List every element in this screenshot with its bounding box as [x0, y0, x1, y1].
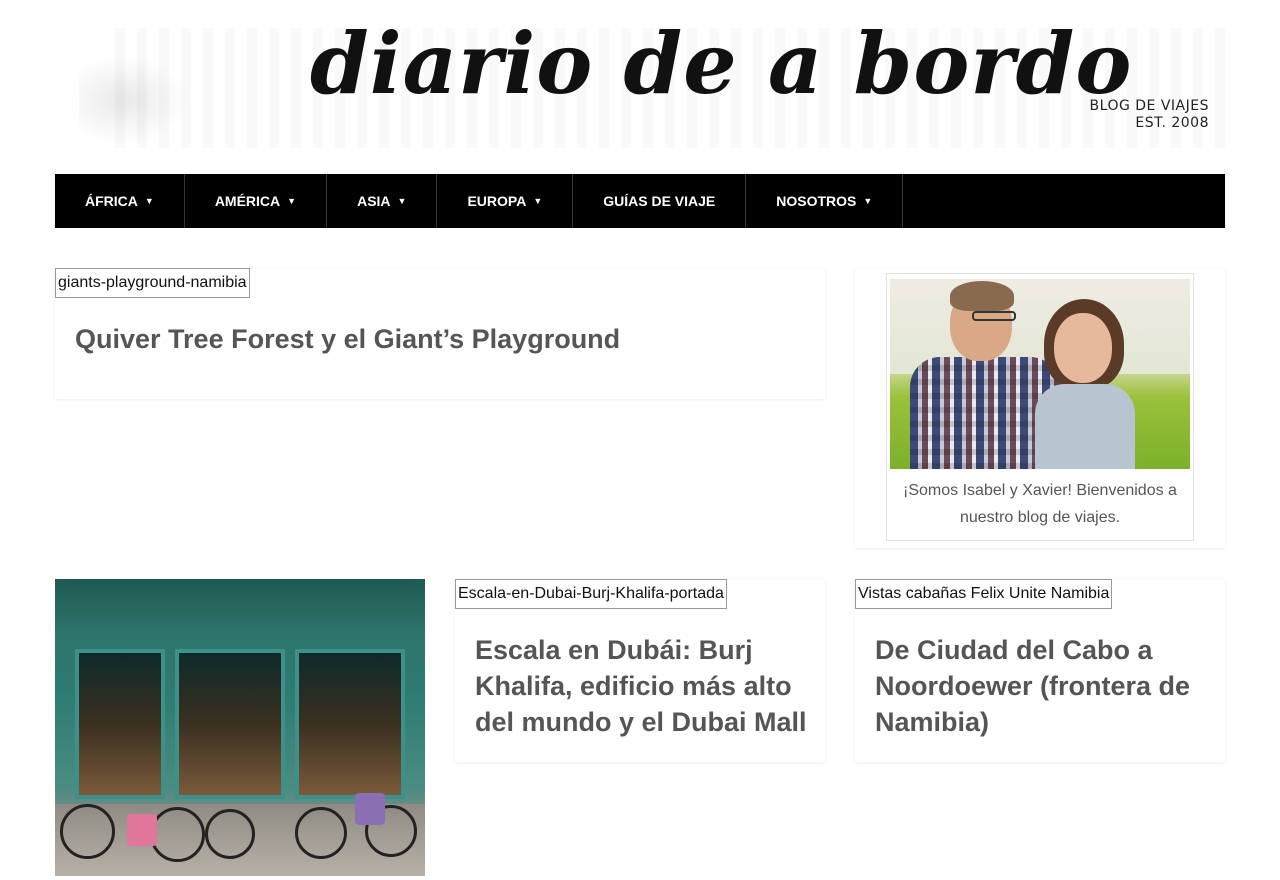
person-xavier — [910, 279, 1060, 469]
nav-item-asia[interactable]: ASIA ▼ — [327, 174, 438, 228]
pink-bike-bag — [127, 814, 157, 846]
bicycle-wheel — [295, 807, 347, 859]
shop-window — [175, 649, 285, 799]
nav-item-label: AMÉRICA — [214, 193, 281, 209]
site-header-banner[interactable]: diario de a bordo BLOG DE VIAJES EST. 20… — [55, 0, 1225, 174]
nav-item-africa[interactable]: ÁFRICA ▼ — [55, 174, 185, 228]
tagline-line-1: BLOG DE VIAJES — [1089, 98, 1209, 114]
about-figure: ¡Somos Isabel y Xavier! Bienvenidos a nu… — [886, 273, 1194, 541]
nav-item-nosotros[interactable]: NOSOTROS ▼ — [746, 174, 904, 228]
shop-window — [295, 649, 405, 799]
caret-down-icon: ▼ — [144, 196, 154, 206]
tagline-line-2: EST. 2008 — [1135, 115, 1209, 131]
person-isabel — [1030, 299, 1140, 469]
main-navigation: ÁFRICA ▼ AMÉRICA ▼ ASIA ▼ EUROPA ▼ GUÍAS… — [55, 174, 1225, 228]
bicycle-wheel — [150, 807, 205, 862]
nav-item-europa[interactable]: EUROPA ▼ — [437, 174, 574, 228]
post-image-alt-text[interactable]: Vistas cabañas Felix Unite Namibia — [855, 579, 1113, 609]
caret-down-icon: ▼ — [533, 196, 543, 206]
site-tagline: BLOG DE VIAJES EST. 2008 — [1090, 98, 1209, 132]
shop-window — [75, 649, 165, 799]
glasses — [972, 311, 1016, 321]
post-title[interactable]: Quiver Tree Forest y el Giant’s Playgrou… — [75, 322, 795, 356]
nav-item-label: GUÍAS DE VIAJE — [603, 193, 716, 209]
caret-down-icon: ▼ — [397, 196, 407, 206]
post-title[interactable]: De Ciudad del Cabo a Noordoewer (fronter… — [875, 632, 1210, 740]
post-image-alt-text[interactable]: giants-playground-namibia — [55, 268, 250, 298]
post-card: Escala-en-Dubai-Burj-Khalifa-portada Esc… — [455, 579, 825, 762]
bicycle-wheel — [60, 804, 115, 859]
caret-down-icon: ▼ — [863, 196, 873, 206]
nav-item-label: ASIA — [357, 193, 391, 209]
nav-item-label: NOSOTROS — [776, 193, 857, 209]
about-widget: ¡Somos Isabel y Xavier! Bienvenidos a nu… — [855, 268, 1225, 548]
post-thumbnail-shopfront[interactable] — [55, 579, 425, 876]
caret-down-icon: ▼ — [287, 196, 297, 206]
banner-decoration — [79, 55, 189, 145]
bicycle-wheel — [205, 809, 255, 859]
purple-bike-bag — [355, 793, 385, 825]
nav-item-america[interactable]: AMÉRICA ▼ — [185, 174, 328, 228]
nav-item-label: ÁFRICA — [85, 193, 138, 209]
about-caption: ¡Somos Isabel y Xavier! Bienvenidos a nu… — [903, 482, 1177, 526]
authors-photo — [890, 279, 1190, 469]
post-card: Vistas cabañas Felix Unite Namibia De Ci… — [855, 579, 1225, 762]
post-card: giants-playground-namibia Quiver Tree Fo… — [55, 268, 825, 399]
post-title[interactable]: Escala en Dubái: Burj Khalifa, edificio … — [475, 632, 810, 740]
site-logo[interactable]: diario de a bordo — [310, 22, 1132, 106]
post-image-alt-text[interactable]: Escala-en-Dubai-Burj-Khalifa-portada — [455, 579, 727, 609]
nav-item-label: EUROPA — [467, 193, 527, 209]
nav-item-guias-de-viaje[interactable]: GUÍAS DE VIAJE — [573, 174, 747, 228]
